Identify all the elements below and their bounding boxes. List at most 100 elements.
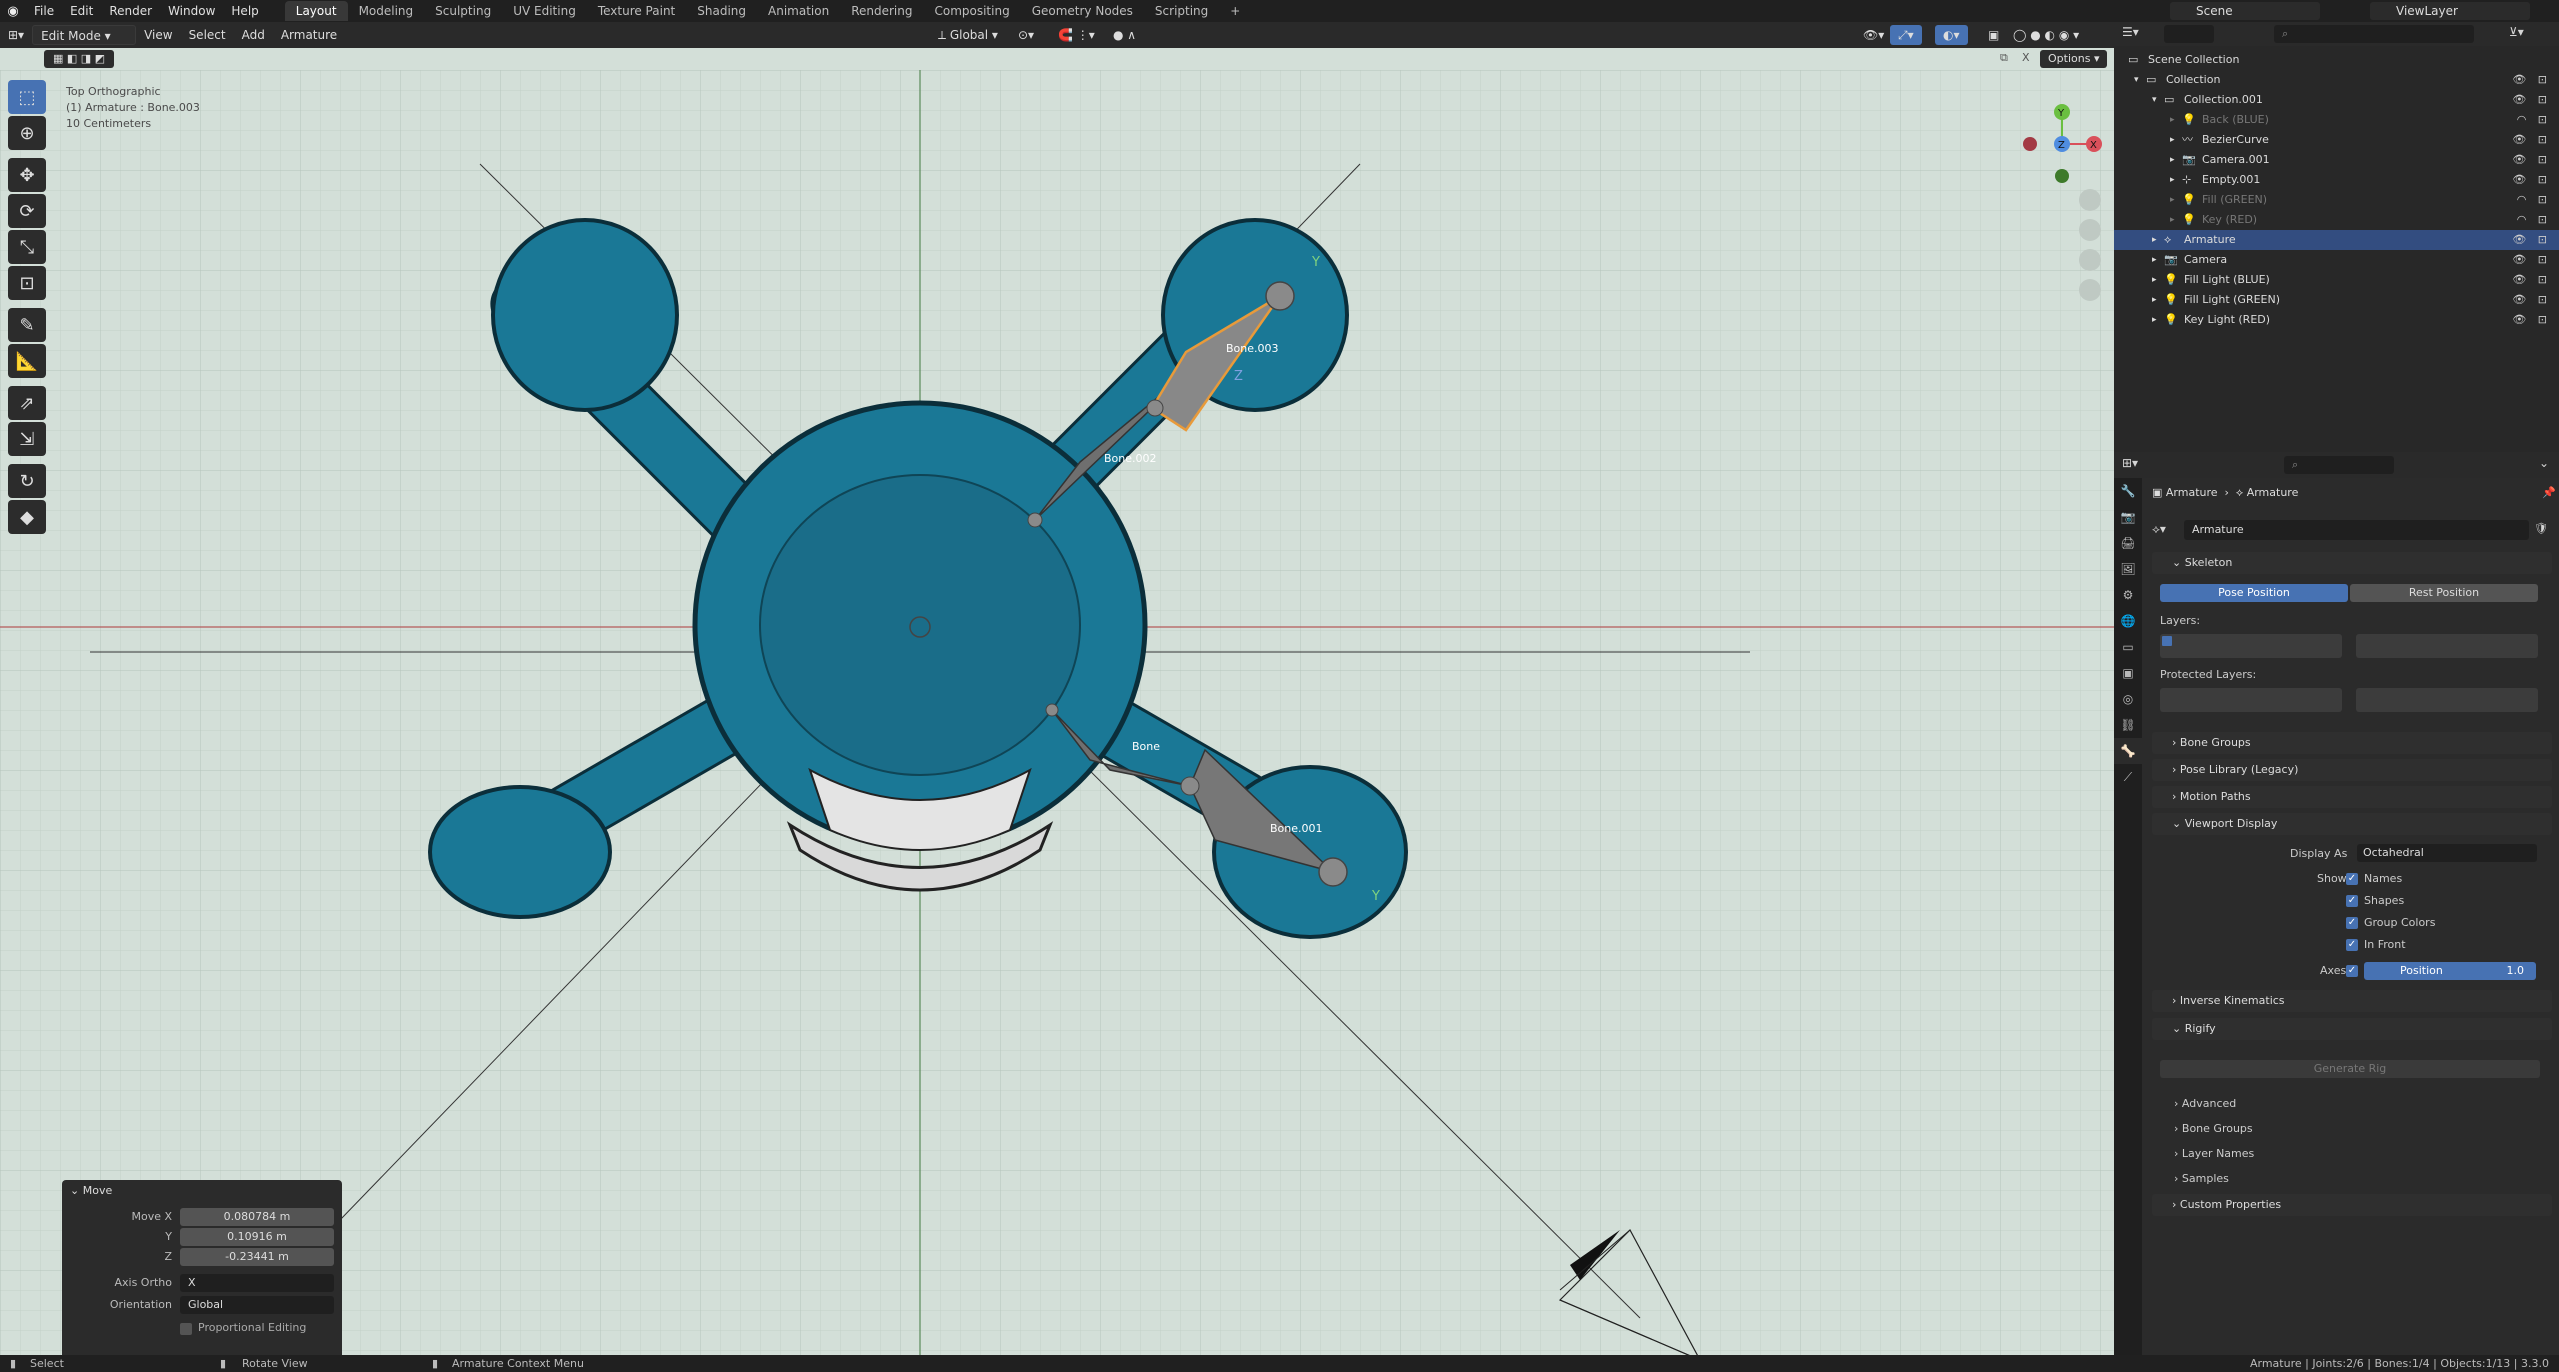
cursor-tool-icon[interactable]: ⊕ — [8, 116, 46, 150]
move-y-field[interactable]: 0.10916 m — [180, 1228, 334, 1246]
output-tab-icon[interactable]: 🖨 — [2114, 530, 2142, 556]
outliner-item[interactable]: ▸ 〰 BezierCurve 👁 ⊡ — [2114, 130, 2559, 150]
overlay-toggle-icon[interactable]: ◐▾ — [1935, 25, 1968, 45]
axes-checkbox[interactable]: ✓ — [2346, 965, 2358, 977]
camera-view-icon[interactable] — [2079, 249, 2101, 271]
visibility-toggle-icon[interactable]: 👁 ⊡ — [2511, 90, 2551, 110]
rotate-tool-icon[interactable]: ⟳ — [8, 194, 46, 228]
select-box-tool-icon[interactable]: ⬚ — [8, 80, 46, 114]
move-tool-icon[interactable]: ✥ — [8, 158, 46, 192]
protected-layers-grid-a[interactable] — [2160, 688, 2342, 712]
inverse-kinematics-panel-header[interactable]: › Inverse Kinematics — [2152, 990, 2552, 1012]
pivot-icon[interactable]: ⊙▾ — [1010, 25, 1042, 45]
layer-names-subpanel[interactable]: › Layer Names — [2174, 1147, 2254, 1160]
visibility-icon[interactable]: 👁▾ — [1855, 25, 1892, 45]
visibility-toggle-icon[interactable]: 👁 ⊡ — [2511, 290, 2551, 310]
expand-arrow-icon[interactable]: ▸ — [2152, 230, 2157, 250]
add-workspace-button[interactable]: + — [1219, 1, 1251, 21]
outliner-item[interactable]: ▸ 💡 Fill (GREEN) ◠ ⊡ — [2114, 190, 2559, 210]
roll-tool-icon[interactable]: ↻ — [8, 464, 46, 498]
tool-tab-icon[interactable]: 🔧 — [2114, 478, 2142, 504]
outliner-item[interactable]: ▸ 💡 Key Light (RED) 👁 ⊡ — [2114, 310, 2559, 330]
protected-layers-grid-b[interactable] — [2356, 688, 2538, 712]
tab-layout[interactable]: Layout — [284, 1, 348, 21]
ortho-toggle-icon[interactable] — [2079, 279, 2101, 301]
tab-geometry-nodes[interactable]: Geometry Nodes — [1021, 1, 1144, 21]
outliner[interactable]: ☰▾ ⌕ ⊻▾ ▭ Scene Collection ▾ ▭ Collection 👁 ⊡… — [2114, 22, 2559, 452]
extrude-tool-icon[interactable]: ⇗ — [8, 386, 46, 420]
pose-position-button[interactable]: Pose Position — [2160, 584, 2348, 602]
snap-icon[interactable]: 🧲 ⋮▾ — [1050, 25, 1103, 45]
group-colors-checkbox[interactable]: ✓ — [2346, 917, 2358, 929]
menu-window[interactable]: Window — [160, 0, 223, 22]
transform-orientation-selector[interactable]: ⟂ Global ▾ — [930, 25, 1006, 45]
properties-options-icon[interactable]: ⌄ — [2539, 456, 2549, 470]
tab-uv-editing[interactable]: UV Editing — [502, 1, 587, 21]
pan-hand-icon[interactable] — [2079, 219, 2101, 241]
blender-logo-icon[interactable]: ◉ — [0, 0, 26, 22]
in-front-checkbox[interactable]: ✓ — [2346, 939, 2358, 951]
tab-animation[interactable]: Animation — [757, 1, 840, 21]
rigify-panel-header[interactable]: ⌄ Rigify — [2152, 1018, 2552, 1040]
collection-tab-icon[interactable]: ▭ — [2114, 634, 2142, 660]
measure-tool-icon[interactable]: 📐 — [8, 344, 46, 378]
custom-properties-panel-header[interactable]: › Custom Properties — [2152, 1194, 2552, 1216]
properties-editor[interactable]: ⊞▾ ⌕ ⌄ 🔧 📷 🖨 🖼 ⚙ 🌐 ▭ ▣ ◎ ⛓ 🦴 ⟋ ▣ Armatur… — [2114, 452, 2559, 1355]
shapes-checkbox[interactable]: ✓ — [2346, 895, 2358, 907]
bone-head-joint[interactable] — [1045, 703, 1059, 717]
bone-head-joint[interactable] — [1027, 512, 1043, 528]
operator-panel-title[interactable]: ⌄ Move — [70, 1184, 112, 1197]
move-x-field[interactable]: 0.080784 m — [180, 1208, 334, 1226]
outliner-item[interactable]: ▸ 💡 Fill Light (GREEN) 👁 ⊡ — [2114, 290, 2559, 310]
visibility-toggle-icon[interactable]: 👁 ⊡ — [2511, 150, 2551, 170]
orientation-select[interactable]: Global — [180, 1296, 334, 1314]
outliner-item[interactable]: ▾ ▭ Collection 👁 ⊡ — [2114, 70, 2559, 90]
editor-type-icon[interactable]: ⊞▾ — [0, 25, 32, 45]
xray-toggle-icon[interactable]: ⧉ — [2000, 51, 2008, 65]
outliner-search-input[interactable]: ⌕ — [2274, 25, 2474, 43]
object-tab-icon[interactable]: ▣ — [2114, 660, 2142, 686]
scale-tool-icon[interactable]: ⤡ — [8, 230, 46, 264]
options-dropdown[interactable]: Options ▾ — [2040, 50, 2108, 68]
menu-render[interactable]: Render — [101, 0, 160, 22]
visibility-toggle-icon[interactable]: 👁 ⊡ — [2511, 310, 2551, 330]
armature-datablock[interactable]: ⟡▾ Armature 🛡 — [2152, 520, 2552, 540]
physics-tab-icon[interactable]: ◎ — [2114, 686, 2142, 712]
menu-armature[interactable]: Armature — [273, 25, 345, 45]
scene-canvas[interactable]: Bone.003 Bone Bone.001 Bone.002 Y Z Y Y … — [0, 70, 2114, 1355]
expand-arrow-icon[interactable]: ▸ — [2170, 210, 2175, 230]
tab-modeling[interactable]: Modeling — [348, 1, 425, 21]
expand-arrow-icon[interactable]: ▸ — [2170, 170, 2175, 190]
tab-sculpting[interactable]: Sculpting — [424, 1, 502, 21]
rigify-bone-groups-subpanel[interactable]: › Bone Groups — [2174, 1122, 2253, 1135]
outliner-item[interactable]: ▸ 💡 Fill Light (BLUE) 👁 ⊡ — [2114, 270, 2559, 290]
generate-rig-button[interactable]: Generate Rig — [2160, 1060, 2540, 1078]
menu-file[interactable]: File — [26, 0, 62, 22]
display-mode-icon[interactable] — [2164, 25, 2214, 43]
expand-arrow-icon[interactable]: ▸ — [2152, 310, 2157, 330]
visibility-toggle-icon[interactable]: 👁 ⊡ — [2511, 230, 2551, 250]
transform-tool-icon[interactable]: ⊡ — [8, 266, 46, 300]
layers-grid-b[interactable] — [2356, 634, 2538, 658]
visibility-toggle-icon[interactable]: 👁 ⊡ — [2511, 270, 2551, 290]
constraints-tab-icon[interactable]: ⛓ — [2114, 712, 2142, 738]
axes-position-slider[interactable]: Position 1.0 — [2364, 962, 2536, 980]
3d-viewport[interactable]: ⊞▾ Edit Mode ▾ View Select Add Armature … — [0, 22, 2114, 1355]
rest-position-button[interactable]: Rest Position — [2350, 584, 2538, 602]
samples-subpanel[interactable]: › Samples — [2174, 1172, 2229, 1185]
world-tab-icon[interactable]: 🌐 — [2114, 608, 2142, 634]
mode-selector[interactable]: Edit Mode ▾ — [32, 25, 137, 45]
display-as-select[interactable]: Octahedral — [2357, 844, 2537, 862]
expand-arrow-icon[interactable]: ▾ — [2134, 70, 2139, 90]
expand-arrow-icon[interactable]: ▸ — [2152, 270, 2157, 290]
move-z-field[interactable]: -0.23441 m — [180, 1248, 334, 1266]
scene-tab-icon[interactable]: ⚙ — [2114, 582, 2142, 608]
motion-paths-panel-header[interactable]: › Motion Paths — [2152, 786, 2552, 808]
outliner-item[interactable]: ▸ 📷 Camera.001 👁 ⊡ — [2114, 150, 2559, 170]
menu-edit[interactable]: Edit — [62, 0, 101, 22]
zoom-icon[interactable] — [2079, 189, 2101, 211]
bone-tab-icon[interactable]: ⟋ — [2114, 764, 2142, 790]
layers-grid-a[interactable] — [2160, 634, 2342, 658]
outliner-editor-icon[interactable]: ☰▾ — [2122, 25, 2139, 39]
bone-joint[interactable] — [1180, 776, 1200, 796]
